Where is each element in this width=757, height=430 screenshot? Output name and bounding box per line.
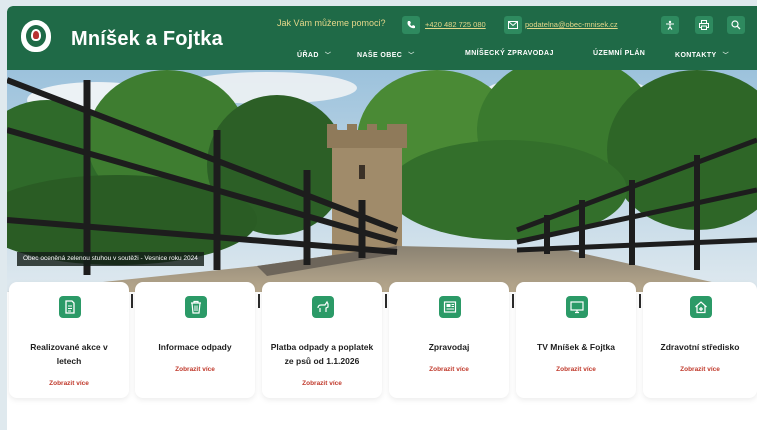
divider: [639, 294, 641, 308]
card-title: Zpravodaj: [428, 342, 470, 352]
card-zpravodaj[interactable]: Zpravodaj Zobrazit více: [389, 282, 509, 398]
chevron-down-icon: ﹀: [324, 53, 332, 59]
trash-icon: [185, 296, 207, 318]
nav-kontakty[interactable]: KONTAKTY ﹀: [675, 50, 729, 59]
phone-icon: [402, 16, 420, 34]
document-icon: [59, 296, 81, 318]
card-title: Platba odpady a poplatek ze psů od 1.1.20…: [270, 342, 374, 366]
main-nav: ÚŘAD ﹀ NAŠE OBEC ﹀ MNÍŠECKÝ ZPRAVODAJ ÚZEM…: [277, 50, 757, 62]
card-more-link[interactable]: Zobrazit více: [262, 380, 382, 387]
email-link[interactable]: podatelna@obec-mnisek.cz: [525, 20, 618, 29]
card-more-link[interactable]: Zobrazit více: [389, 366, 509, 373]
card-realizovane-akce[interactable]: Realizované akce v letech Zobrazit více: [9, 282, 129, 398]
card-title: Informace odpady: [158, 342, 232, 352]
site-title[interactable]: Mníšek a Fojtka: [71, 28, 223, 51]
card-more-link[interactable]: Zobrazit více: [135, 366, 255, 373]
card-more-link[interactable]: Zobrazit více: [516, 366, 636, 373]
chevron-down-icon: ﹀: [408, 53, 415, 59]
quick-links: Realizované akce v letech Zobrazit více I…: [7, 282, 757, 430]
dog-icon: [312, 296, 334, 318]
card-zdravotni-stredisko[interactable]: Zdravotní středisko Zobrazit více: [643, 282, 757, 398]
hero-caption: Obec oceněná zelenou stuhou v soutěži - …: [17, 252, 204, 266]
card-title: Zdravotní středisko: [660, 342, 740, 352]
card-more-link[interactable]: Zobrazit více: [9, 380, 129, 387]
site-header: Mníšek a Fojtka Jak Vám můžeme pomoci? +…: [7, 6, 757, 70]
health-house-icon: [690, 296, 712, 318]
tv-icon: [566, 296, 588, 318]
coat-of-arms-logo[interactable]: [21, 20, 51, 52]
nav-nase-obec[interactable]: NAŠE OBEC ﹀: [357, 50, 415, 59]
divider: [131, 294, 133, 308]
print-icon[interactable]: [695, 16, 713, 34]
accessibility-icon[interactable]: [661, 16, 679, 34]
divider: [385, 294, 387, 308]
newspaper-icon: [439, 296, 461, 318]
card-tv[interactable]: TV Mníšek & Fojtka Zobrazit více: [516, 282, 636, 398]
nav-uzemni-plan[interactable]: ÚZEMNÍ PLÁN: [593, 50, 645, 57]
chevron-down-icon: ﹀: [722, 53, 729, 59]
card-platba-odpady[interactable]: Platba odpady a poplatek ze psů od 1.1.20…: [262, 282, 382, 398]
card-informace-odpady[interactable]: Informace odpady Zobrazit více: [135, 282, 255, 398]
page: Mníšek a Fojtka Jak Vám můžeme pomoci? +…: [7, 6, 757, 430]
phone-link[interactable]: +420 482 725 080: [425, 20, 486, 29]
divider: [512, 294, 514, 308]
card-more-link[interactable]: Zobrazit více: [643, 366, 757, 373]
mail-icon: [504, 16, 522, 34]
nav-urad[interactable]: ÚŘAD ﹀: [297, 50, 331, 59]
divider: [258, 294, 260, 308]
help-text: Jak Vám můžeme pomoci?: [277, 18, 386, 28]
card-title: TV Mníšek & Fojtka: [537, 342, 615, 352]
nav-zpravodaj[interactable]: MNÍŠECKÝ ZPRAVODAJ: [465, 50, 554, 57]
search-icon[interactable]: [727, 16, 745, 34]
card-title: Realizované akce v letech: [30, 342, 108, 366]
